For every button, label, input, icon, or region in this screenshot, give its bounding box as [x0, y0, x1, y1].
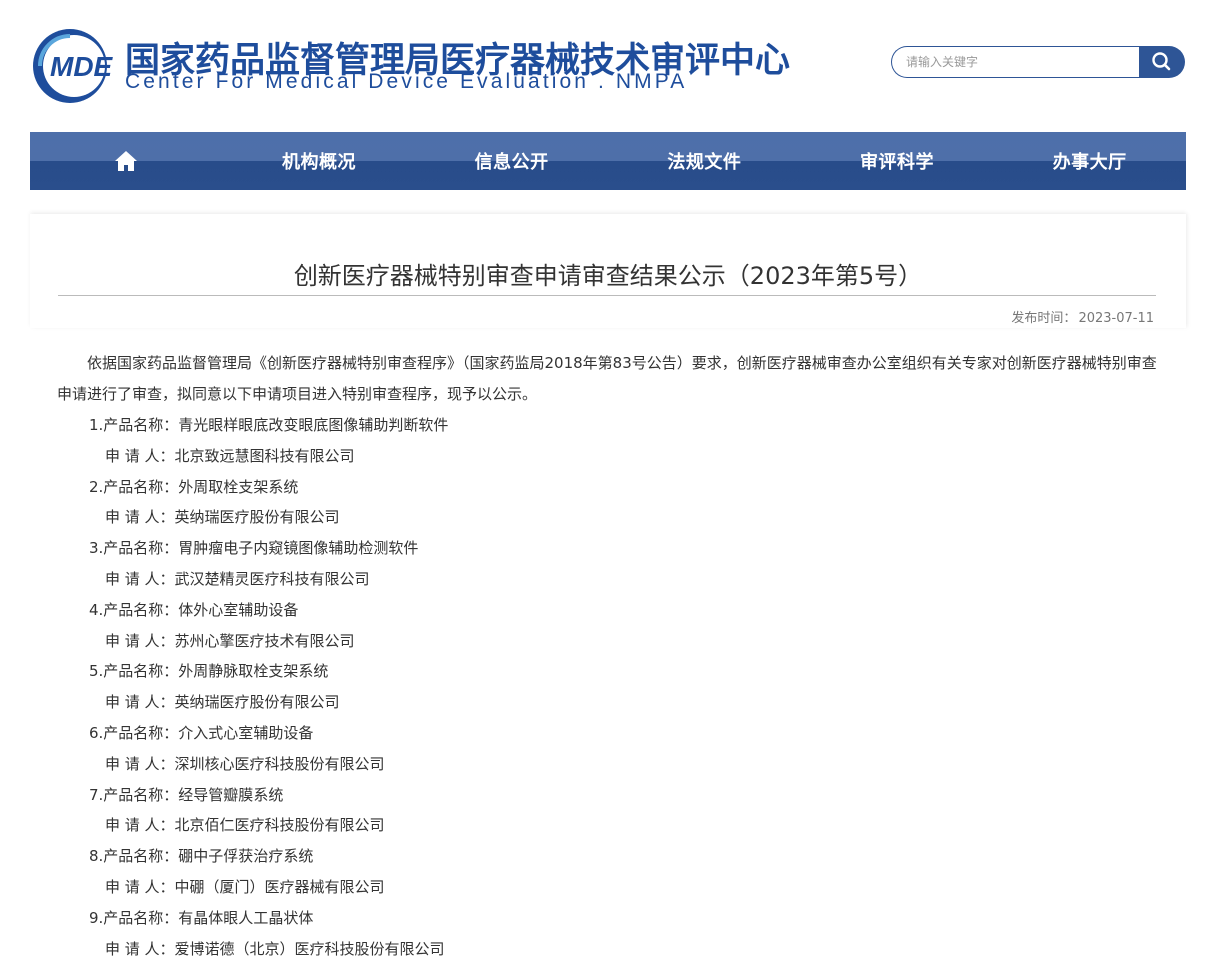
product-name: 6.产品名称：介入式心室辅助设备 — [89, 723, 314, 742]
logo-text: MDE — [50, 51, 114, 82]
applicant-name: 申 请 人：武汉楚精灵医疗科技有限公司 — [105, 569, 370, 588]
publish-date: 发布时间： 2023-07-11 — [1011, 307, 1154, 326]
search-icon — [1152, 52, 1171, 71]
site-header: MDE 国家药品监督管理局医疗器械技术审评中心 Center For Medic… — [0, 0, 1228, 130]
product-name: 7.产品名称：经导管瓣膜系统 — [89, 785, 284, 804]
product-name: 2.产品名称：外周取栓支架系统 — [89, 477, 299, 496]
nav-item-services[interactable]: 办事大厅 — [993, 132, 1186, 190]
article-body: 依据国家药品监督管理局《创新医疗器械特别审查程序》（国家药监局2018年第83号… — [57, 348, 1169, 964]
search-box — [891, 46, 1185, 78]
search-button[interactable] — [1139, 46, 1185, 78]
search-input[interactable] — [891, 46, 1141, 78]
nav-item-about[interactable]: 机构概况 — [223, 132, 416, 190]
applicant-name: 申 请 人：深圳核心医疗科技股份有限公司 — [105, 754, 385, 773]
article-title: 创新医疗器械特别审查申请审查结果公示（2023年第5号） — [293, 262, 923, 290]
product-name: 3.产品名称：胃肿瘤电子内窥镜图像辅助检测软件 — [89, 539, 419, 558]
applicant-name: 申 请 人：苏州心擎医疗技术有限公司 — [105, 631, 355, 650]
applicant-name: 申 请 人：爱博诺德（北京）医疗科技股份有限公司 — [105, 939, 445, 958]
applicant-name: 申 请 人：英纳瑞医疗股份有限公司 — [105, 508, 340, 527]
product-name: 9.产品名称：有晶体眼人工晶状体 — [89, 908, 314, 927]
publish-date-value: 2023-07-11 — [1078, 311, 1154, 326]
nav-home[interactable] — [30, 132, 223, 190]
main-nav: 机构概况 信息公开 法规文件 审评科学 办事大厅 — [30, 132, 1186, 190]
applicant-name: 申 请 人：北京佰仁医疗科技股份有限公司 — [105, 816, 385, 835]
applicant-name: 申 请 人：中硼（厦门）医疗器械有限公司 — [105, 877, 385, 896]
product-name: 8.产品名称：硼中子俘获治疗系统 — [89, 847, 314, 866]
applicant-name: 申 请 人：英纳瑞医疗股份有限公司 — [105, 693, 340, 712]
product-name: 4.产品名称：体外心室辅助设备 — [89, 600, 299, 619]
title-divider — [58, 295, 1156, 296]
article-intro: 依据国家药品监督管理局《创新医疗器械特别审查程序》（国家药监局2018年第83号… — [57, 354, 1157, 403]
nav-item-science[interactable]: 审评科学 — [801, 132, 994, 190]
product-name: 5.产品名称：外周静脉取栓支架系统 — [89, 662, 329, 681]
mde-logo[interactable]: MDE — [30, 26, 122, 106]
home-icon — [115, 151, 138, 171]
product-name: 1.产品名称：青光眼样眼底改变眼底图像辅助判断软件 — [89, 416, 449, 434]
site-title-en: Center For Medical Device Evaluation . N… — [125, 70, 688, 93]
nav-item-info[interactable]: 信息公开 — [415, 132, 608, 190]
applicant-name: 申 请 人：北京致远慧图科技有限公司 — [105, 446, 355, 465]
publish-date-label: 发布时间： — [1011, 311, 1077, 326]
nav-item-regulations[interactable]: 法规文件 — [608, 132, 801, 190]
